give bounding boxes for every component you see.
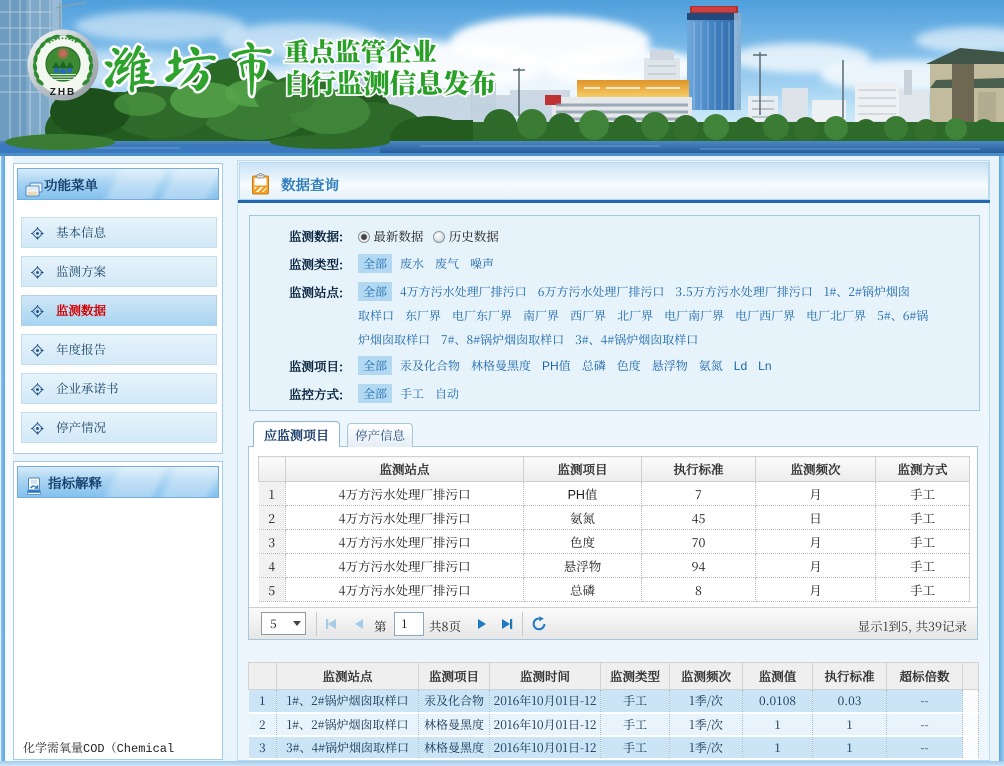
svg-text:ZHB: ZHB	[50, 87, 77, 98]
svg-text:潍坊市: 潍坊市	[101, 39, 284, 96]
svg-text:自行监测信息发布: 自行监测信息发布	[283, 62, 496, 101]
